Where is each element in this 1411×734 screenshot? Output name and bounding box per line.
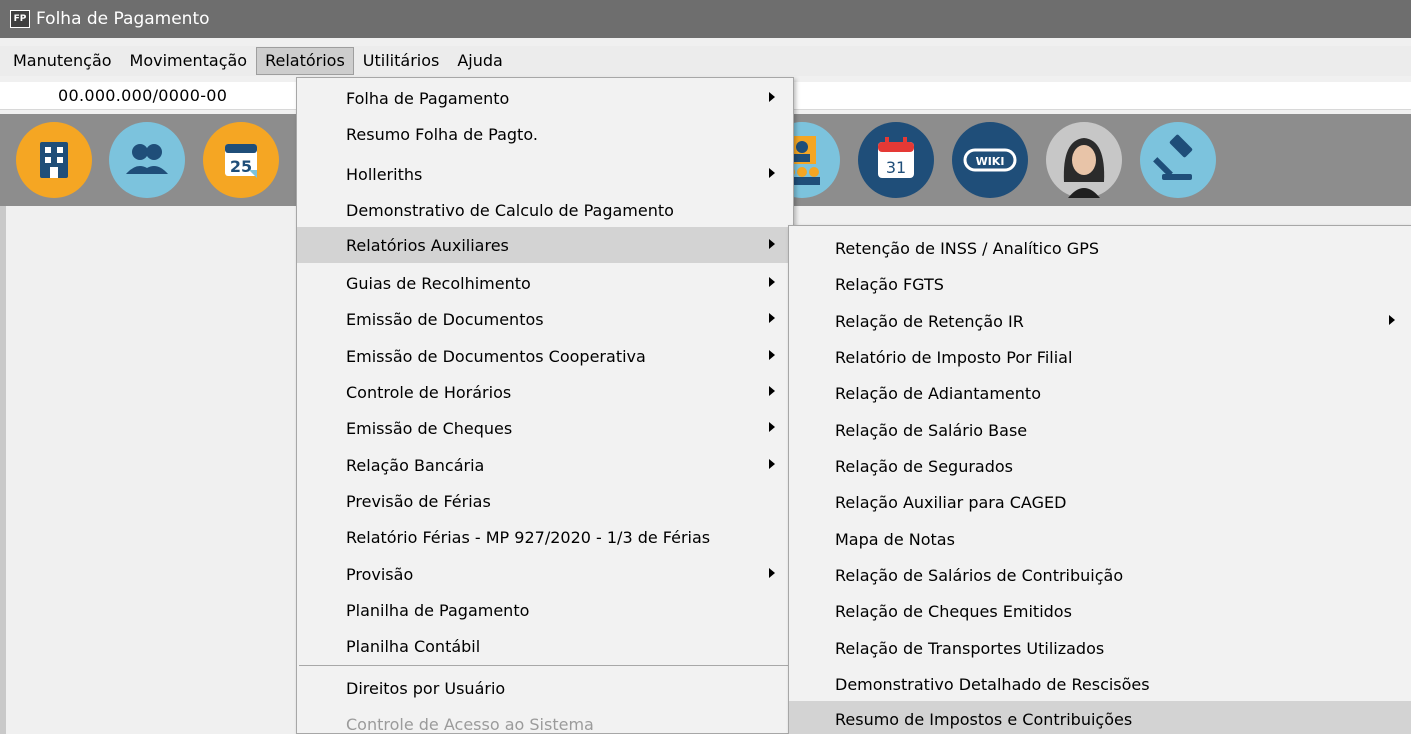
users-icon[interactable] bbox=[109, 122, 185, 198]
menu-item-planilha-contabil[interactable]: Planilha Contábil bbox=[297, 628, 793, 664]
submenu-item-resumo-impostos[interactable]: Resumo de Impostos e Contribuições bbox=[789, 701, 1411, 734]
menu-manutencao[interactable]: Manutenção bbox=[4, 47, 121, 75]
submenu-arrow-icon bbox=[769, 313, 775, 323]
menu-item-relatorio-ferias-mp[interactable]: Relatório Férias - MP 927/2020 - 1/3 de … bbox=[297, 519, 793, 555]
submenu-arrow-icon bbox=[769, 386, 775, 396]
submenu-arrow-icon bbox=[769, 168, 775, 178]
window-title: Folha de Pagamento bbox=[36, 9, 210, 29]
submenu-arrow-icon bbox=[769, 239, 775, 249]
menu-item-emissao-documentos[interactable]: Emissão de Documentos bbox=[297, 301, 793, 337]
menu-item-planilha-pagamento[interactable]: Planilha de Pagamento bbox=[297, 592, 793, 628]
menu-item-controle-horarios[interactable]: Controle de Horários bbox=[297, 374, 793, 410]
submenu-arrow-icon bbox=[769, 568, 775, 578]
menu-item-guias-recolhimento[interactable]: Guias de Recolhimento bbox=[297, 265, 793, 301]
submenu-item-retencao-ir[interactable]: Relação de Retenção IR bbox=[789, 303, 1411, 339]
menu-item-folha-de-pagamento[interactable]: Folha de Pagamento bbox=[297, 80, 793, 116]
submenu-arrow-icon bbox=[769, 422, 775, 432]
submenu-item-rescisoes[interactable]: Demonstrativo Detalhado de Rescisões bbox=[789, 666, 1411, 702]
app-icon: FP bbox=[10, 10, 30, 28]
submenu-arrow-icon bbox=[1389, 315, 1395, 325]
submenu-item-caged[interactable]: Relação Auxiliar para CAGED bbox=[789, 484, 1411, 520]
menu-movimentacao[interactable]: Movimentação bbox=[121, 47, 257, 75]
menu-item-controle-acesso: Controle de Acesso ao Sistema bbox=[346, 714, 594, 734]
submenu-arrow-icon bbox=[769, 277, 775, 287]
submenu-item-salarios-contribuicao[interactable]: Relação de Salários de Contribuição bbox=[789, 557, 1411, 593]
menu-ajuda[interactable]: Ajuda bbox=[448, 47, 512, 75]
submenu-item-adiantamento[interactable]: Relação de Adiantamento bbox=[789, 375, 1411, 411]
submenu-arrow-icon bbox=[769, 350, 775, 360]
building-icon[interactable] bbox=[16, 122, 92, 198]
submenu-item-imposto-filial[interactable]: Relatório de Imposto Por Filial bbox=[789, 339, 1411, 375]
svg-text:25: 25 bbox=[230, 157, 252, 176]
submenu-arrow-icon bbox=[769, 459, 775, 469]
submenu-item-mapa-notas[interactable]: Mapa de Notas bbox=[789, 521, 1411, 557]
menu-item-demonstrativo-calculo[interactable]: Demonstrativo de Calculo de Pagamento bbox=[297, 192, 793, 228]
submenu-arrow-icon bbox=[769, 92, 775, 102]
submenu-item-relacao-fgts[interactable]: Relação FGTS bbox=[789, 266, 1411, 302]
menu-item-previsao-ferias[interactable]: Previsão de Férias bbox=[297, 483, 793, 519]
submenu-item-cheques-emitidos[interactable]: Relação de Cheques Emitidos bbox=[789, 593, 1411, 629]
relatorios-auxiliares-submenu: Retenção de INSS / Analítico GPS Relação… bbox=[788, 225, 1411, 734]
svg-text:31: 31 bbox=[886, 158, 906, 177]
company-cnpj: 00.000.000/0000-00 bbox=[58, 86, 228, 105]
menu-item-emissao-cheques[interactable]: Emissão de Cheques bbox=[297, 410, 793, 446]
menu-bar: Manutenção Movimentação Relatórios Utili… bbox=[0, 46, 1411, 76]
wiki-icon[interactable]: WIKI bbox=[952, 122, 1028, 198]
menu-item-emissao-documentos-cooperativa[interactable]: Emissão de Documentos Cooperativa bbox=[297, 338, 793, 374]
avatar-icon[interactable] bbox=[1046, 122, 1122, 198]
menu-item-resumo-folha[interactable]: Resumo Folha de Pagto. bbox=[297, 116, 793, 152]
menu-item-relatorios-auxiliares[interactable]: Relatórios Auxiliares bbox=[297, 227, 793, 263]
menu-item-holleriths[interactable]: Holleriths bbox=[297, 156, 793, 192]
menu-item-relacao-bancaria[interactable]: Relação Bancária bbox=[297, 447, 793, 483]
calendar-25-icon[interactable]: 25 bbox=[203, 122, 279, 198]
calendar-31-icon[interactable]: 31 bbox=[858, 122, 934, 198]
relatorios-dropdown: Folha de Pagamento Resumo Folha de Pagto… bbox=[296, 77, 794, 734]
submenu-item-transportes[interactable]: Relação de Transportes Utilizados bbox=[789, 630, 1411, 666]
submenu-item-retencao-inss[interactable]: Retenção de INSS / Analítico GPS bbox=[789, 230, 1411, 266]
menu-item-direitos-usuario[interactable]: Direitos por Usuário bbox=[297, 670, 793, 706]
submenu-item-segurados[interactable]: Relação de Segurados bbox=[789, 448, 1411, 484]
gavel-icon[interactable] bbox=[1140, 122, 1216, 198]
menu-utilitarios[interactable]: Utilitários bbox=[354, 47, 449, 75]
svg-text:WIKI: WIKI bbox=[976, 155, 1005, 168]
workspace-scroll-strip bbox=[0, 206, 6, 734]
menu-item-provisao[interactable]: Provisão bbox=[297, 556, 793, 592]
submenu-item-salario-base[interactable]: Relação de Salário Base bbox=[789, 412, 1411, 448]
menu-separator bbox=[299, 665, 791, 666]
menu-relatorios[interactable]: Relatórios bbox=[256, 47, 354, 75]
title-bar: FP Folha de Pagamento bbox=[0, 0, 1411, 38]
